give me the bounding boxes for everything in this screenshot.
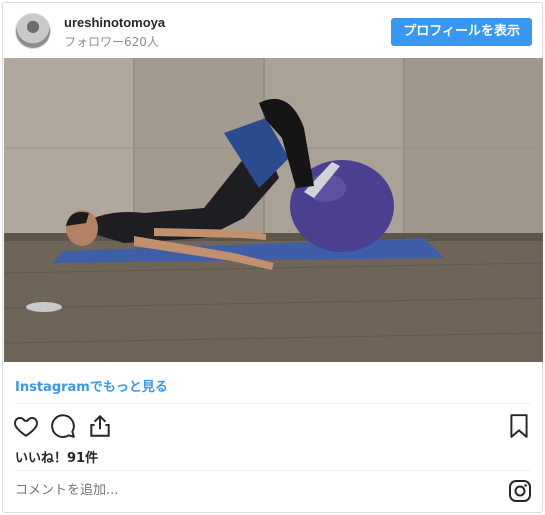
instagram-embed: ureshinotomoya フォロワー620人 プロフィールを表示 Insta…	[2, 2, 543, 513]
post-media[interactable]	[4, 58, 543, 362]
view-more-on-instagram-link[interactable]: Instagramでもっと見る	[15, 376, 168, 395]
bookmark-icon[interactable]	[506, 413, 532, 439]
action-bar	[3, 407, 542, 443]
post-header: ureshinotomoya フォロワー620人 プロフィールを表示	[3, 3, 542, 57]
username[interactable]: ureshinotomoya	[64, 15, 165, 30]
heart-icon[interactable]	[13, 413, 39, 439]
comment-input[interactable]	[15, 483, 475, 498]
divider	[15, 470, 530, 471]
share-icon[interactable]	[87, 413, 113, 439]
like-count[interactable]: いいね！91件	[15, 447, 98, 466]
follower-count: フォロワー620人	[64, 35, 159, 49]
video-frame	[4, 58, 543, 362]
divider	[15, 403, 530, 404]
avatar[interactable]	[15, 13, 51, 49]
view-profile-button[interactable]: プロフィールを表示	[391, 18, 532, 46]
instagram-icon[interactable]	[508, 479, 532, 503]
comment-icon[interactable]	[50, 413, 76, 439]
